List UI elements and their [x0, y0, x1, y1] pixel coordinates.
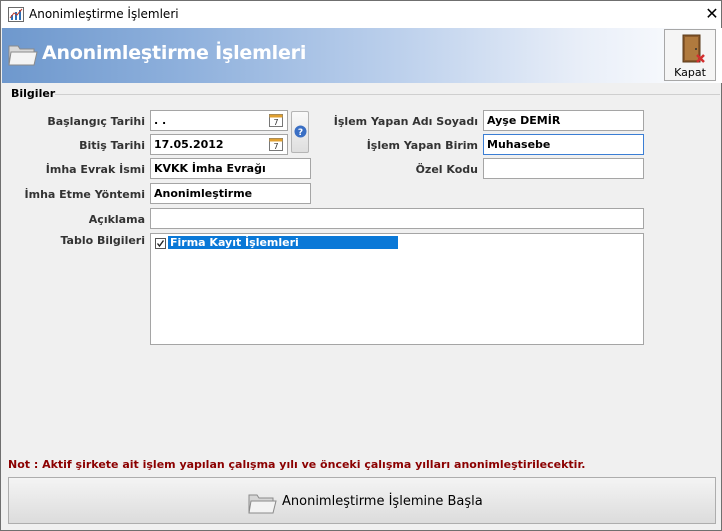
description-label: Açıklama: [88, 213, 145, 226]
operator-name-label: İşlem Yapan Adı Soyadı: [333, 115, 478, 128]
checkbox-icon[interactable]: [155, 238, 166, 249]
info-note: Not : Aktif şirkete ait işlem yapılan ça…: [8, 458, 586, 471]
calendar-icon[interactable]: 7: [269, 137, 283, 151]
section-title: Bilgiler: [11, 87, 56, 100]
calendar-icon[interactable]: 7: [269, 113, 283, 127]
close-icon[interactable]: ✕: [703, 4, 721, 24]
title-bar: Anonimleştirme İşlemleri ✕: [1, 1, 721, 28]
operator-name-value: Ayşe DEMİR: [487, 114, 561, 127]
folder-icon: [248, 494, 277, 514]
special-code-label: Özel Kodu: [415, 163, 478, 176]
section-divider: [55, 94, 720, 95]
list-item-label: Firma Kayıt İşlemleri: [170, 236, 299, 249]
end-date-field[interactable]: 17.05.2012: [150, 134, 288, 155]
disposal-doc-field[interactable]: KVKK İmha Evrağı: [150, 158, 311, 179]
window-title: Anonimleştirme İşlemleri: [29, 7, 179, 21]
table-info-label: Tablo Bilgileri: [60, 234, 145, 247]
table-info-list[interactable]: Firma Kayıt İşlemleri: [150, 233, 644, 345]
svg-text:?: ?: [298, 128, 303, 138]
start-date-field[interactable]: . .: [150, 110, 288, 131]
help-button[interactable]: ?: [291, 111, 309, 153]
operator-unit-field[interactable]: Muhasebe: [483, 134, 644, 155]
operator-unit-label: İşlem Yapan Birim: [366, 139, 478, 152]
start-date-value: . .: [154, 114, 167, 127]
start-date-label: Başlangıç Tarihi: [47, 115, 145, 128]
window: Anonimleştirme İşlemleri ✕ Anonimleştirm…: [0, 0, 722, 531]
disposal-method-value: Anonimleştirme: [154, 187, 253, 200]
svg-text:7: 7: [273, 142, 278, 151]
special-code-field[interactable]: [483, 158, 644, 179]
start-anonymization-button[interactable]: Anonimleştirme İşlemine Başla: [8, 477, 716, 524]
disposal-method-field[interactable]: Anonimleştirme: [150, 183, 311, 204]
end-date-label: Bitiş Tarihi: [79, 139, 145, 152]
header-banner: Anonimleştirme İşlemleri: [2, 28, 722, 83]
exit-door-icon: [682, 34, 705, 63]
end-date-value: 17.05.2012: [154, 138, 224, 151]
page-title: Anonimleştirme İşlemleri: [42, 42, 307, 64]
app-chart-icon: [8, 7, 24, 22]
disposal-doc-value: KVKK İmha Evrağı: [154, 162, 266, 175]
disposal-method-label: İmha Etme Yöntemi: [24, 188, 145, 201]
svg-text:7: 7: [273, 118, 278, 127]
description-field[interactable]: [150, 208, 644, 229]
start-button-label: Anonimleştirme İşlemine Başla: [282, 494, 483, 509]
close-button[interactable]: Kapat: [664, 29, 716, 81]
help-icon: ?: [294, 125, 307, 138]
operator-unit-value: Muhasebe: [487, 138, 551, 151]
disposal-doc-label: İmha Evrak İsmi: [45, 163, 145, 176]
operator-name-field[interactable]: Ayşe DEMİR: [483, 110, 644, 131]
folder-icon: [8, 45, 38, 66]
close-button-label: Kapat: [674, 66, 706, 79]
